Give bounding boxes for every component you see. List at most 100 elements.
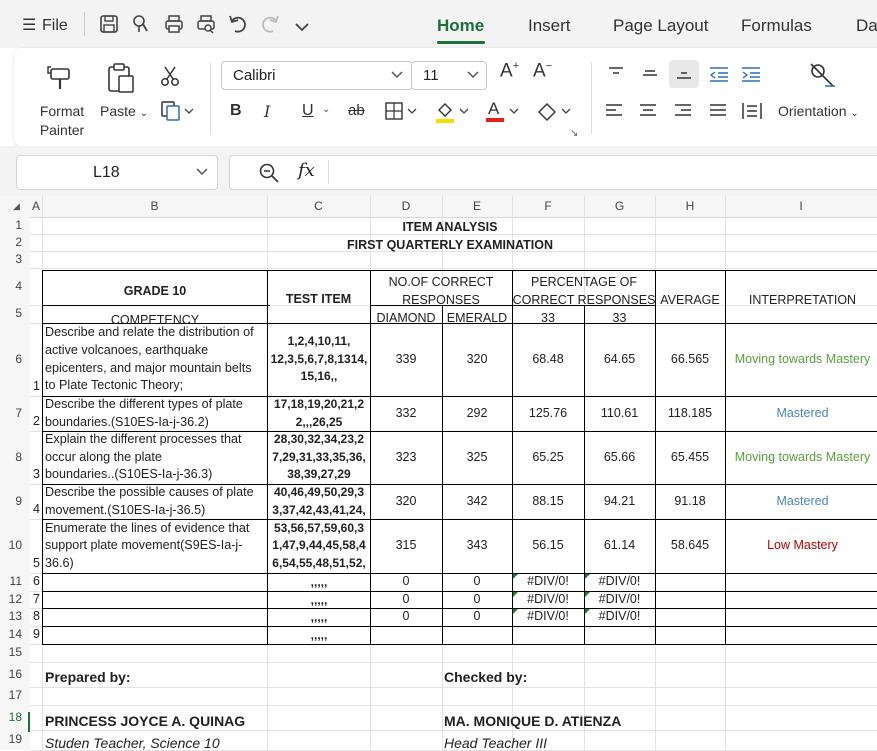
row-header-10[interactable]: 10 [0, 538, 22, 552]
tab-formulas[interactable]: Formulas [741, 16, 812, 36]
align-top-icon[interactable] [606, 65, 626, 83]
row-header-1[interactable]: 1 [0, 218, 22, 232]
chevron-down-icon[interactable]: ⌄ [322, 104, 330, 115]
test-item-list[interactable]: 15,16,, [268, 368, 370, 386]
test-item-list[interactable]: 12,3,5,6,7,8,1314, [268, 351, 370, 369]
eraser-icon[interactable] [535, 100, 573, 122]
italic-button[interactable]: I [264, 102, 270, 121]
sheet-subtitle[interactable]: FIRST QUARTERLY EXAMINATION [300, 238, 600, 252]
column-header-b[interactable]: B [42, 199, 267, 213]
undo-icon[interactable] [227, 13, 251, 35]
column-header-e[interactable]: E [442, 199, 512, 213]
tab-insert[interactable]: Insert [528, 16, 571, 36]
competency-text[interactable]: Describe the possible causes of plate [45, 484, 267, 502]
emerald-percentage[interactable]: #DIV/0! [584, 592, 655, 606]
competency-text[interactable]: 36.6) [45, 555, 267, 573]
test-item-list[interactable]: 17,18,19,20,21,2 [268, 396, 370, 414]
competency-number[interactable]: 8 [33, 609, 42, 623]
column-header-i[interactable]: I [725, 199, 877, 213]
interpretation-value[interactable]: Mastered [725, 494, 877, 508]
row-header-5[interactable]: 5 [0, 306, 22, 320]
test-item-list[interactable]: ,,,,, [268, 592, 370, 610]
test-item-list[interactable]: 7,29,31,33,35,36, [268, 449, 370, 467]
zoom-icon[interactable] [258, 162, 280, 189]
test-item-list[interactable]: 53,56,57,59,60,3 [268, 520, 370, 538]
emerald-count[interactable]: 33 [584, 311, 655, 325]
row-header-14[interactable]: 14 [0, 627, 22, 641]
interpretation-header[interactable]: INTERPRETATION [725, 293, 877, 307]
test-item-list[interactable]: ,,,,, [268, 627, 370, 645]
average-value[interactable]: 65.455 [655, 450, 725, 464]
preparer-name[interactable]: PRINCESS JOYCE A. QUINAG [45, 713, 245, 729]
percentage-header-line1[interactable]: PERCENTAGE OF [512, 275, 656, 289]
interpretation-value[interactable]: Moving towards Mastery [725, 352, 877, 366]
percentage-header-line2[interactable]: CORRECT RESPONSES [512, 293, 656, 307]
competency-text[interactable]: occur along the plate [45, 449, 267, 467]
emerald-correct[interactable]: 325 [442, 450, 512, 464]
diamond-correct[interactable]: 0 [370, 592, 442, 606]
checker-title[interactable]: Head Teacher III [444, 735, 547, 751]
column-header-a[interactable]: A [30, 199, 42, 213]
average-value[interactable]: 66.565 [655, 352, 725, 366]
row-header-6[interactable]: 6 [0, 352, 22, 366]
competency-text[interactable]: movement.(S10ES-Ia-j-36.5) [45, 502, 267, 520]
row-header-16[interactable]: 16 [0, 667, 22, 681]
emerald-percentage[interactable]: 61.14 [584, 538, 655, 552]
competency-text[interactable]: Describe and relate the distribution of [45, 324, 267, 342]
emerald-correct[interactable]: 0 [442, 574, 512, 588]
tab-home[interactable]: Home [437, 16, 484, 36]
row-header-4[interactable]: 4 [0, 279, 22, 293]
diamond-percentage[interactable]: 125.76 [512, 406, 584, 420]
decrease-indent-icon[interactable] [708, 65, 730, 83]
orientation-button[interactable]: Orientation ⌄ [778, 103, 859, 119]
average-header[interactable]: AVERAGE [655, 293, 725, 307]
align-center-icon[interactable] [638, 102, 658, 120]
align-left-icon[interactable] [604, 102, 624, 120]
correct-responses-header-line2[interactable]: RESPONSES [370, 293, 512, 307]
align-right-icon[interactable] [673, 102, 693, 120]
test-item-list[interactable]: ,,,,, [268, 574, 370, 592]
average-value[interactable]: 91.18 [655, 494, 725, 508]
grade-header[interactable]: GRADE 10 [42, 284, 268, 298]
competency-text[interactable]: epicenters, and major mountain belts [45, 360, 267, 378]
paintbrush-icon[interactable] [47, 63, 75, 93]
competency-number[interactable]: 1 [33, 379, 42, 393]
competency-text[interactable]: boundaries..(S10ES-Ia-j-36.3) [45, 466, 267, 484]
diamond-correct[interactable]: 332 [370, 406, 442, 420]
tab-data[interactable]: Da [856, 16, 877, 36]
emerald-percentage[interactable]: 94.21 [584, 494, 655, 508]
diamond-count[interactable]: 33 [512, 311, 584, 325]
row-header-7[interactable]: 7 [0, 406, 22, 420]
font-name-select[interactable]: Calibri [221, 61, 413, 90]
emerald-correct[interactable]: 292 [442, 406, 512, 420]
preparer-title[interactable]: Studen Teacher, Science 10 [45, 735, 220, 751]
row-header-13[interactable]: 13 [0, 609, 22, 623]
test-item-list[interactable]: 38,39,27,29 [268, 466, 370, 484]
emerald-correct[interactable]: 320 [442, 352, 512, 366]
diamond-percentage[interactable]: 88.15 [512, 494, 584, 508]
interpretation-value[interactable]: Mastered [725, 406, 877, 420]
scissors-icon[interactable] [160, 65, 180, 87]
format-painter-label[interactable]: Format Painter [34, 102, 90, 140]
competency-number[interactable]: 7 [33, 592, 42, 606]
test-item-list[interactable]: 1,2,4,10,11, [268, 333, 370, 351]
error-indicator-icon[interactable] [585, 574, 590, 579]
column-header-f[interactable]: F [512, 199, 584, 213]
emerald-percentage[interactable]: 110.61 [584, 406, 655, 420]
emerald-correct[interactable]: 342 [442, 494, 512, 508]
competency-number[interactable]: 3 [33, 467, 42, 481]
diamond-correct[interactable]: 339 [370, 352, 442, 366]
error-indicator-icon[interactable] [513, 574, 518, 579]
competency-text[interactable]: Describe the different types of plate [45, 396, 267, 414]
test-item-list[interactable]: 40,46,49,50,29,3 [268, 484, 370, 502]
name-box[interactable]: L18 [16, 155, 218, 190]
diamond-header[interactable]: DIAMOND [370, 311, 442, 325]
checked-by-label[interactable]: Checked by: [444, 669, 527, 685]
spreadsheet-grid[interactable]: ◢ ABCDEFGHI 1 2 3 4 5 6 7 8 9 10 11 12 13 14 15 16 17 18 1… [0, 196, 877, 751]
row-header-17[interactable]: 17 [0, 688, 22, 702]
row-header-11[interactable]: 11 [0, 574, 22, 588]
row-header-3[interactable]: 3 [0, 252, 22, 266]
diamond-correct[interactable]: 315 [370, 538, 442, 552]
borders-icon[interactable] [384, 101, 418, 121]
row-header-9[interactable]: 9 [0, 494, 22, 508]
